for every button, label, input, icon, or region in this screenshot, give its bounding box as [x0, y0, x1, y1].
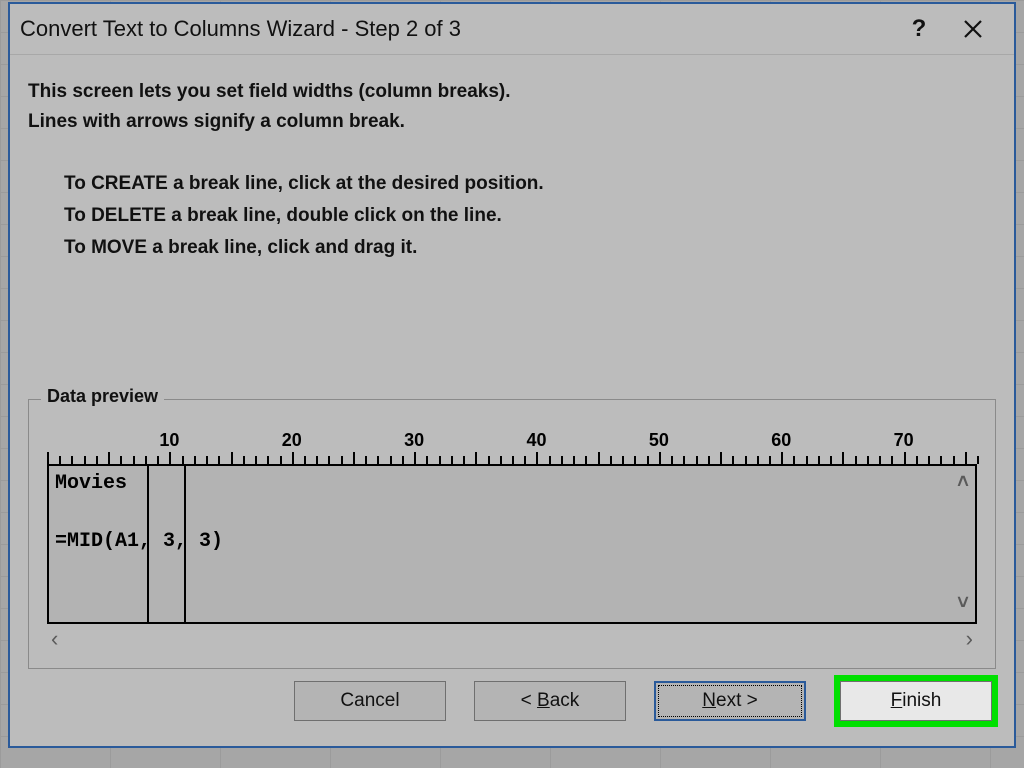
- intro-text: This screen lets you set field widths (c…: [28, 77, 996, 141]
- scroll-up-icon[interactable]: ˄: [957, 472, 969, 495]
- finish-button[interactable]: Finish: [840, 681, 992, 721]
- horizontal-scrollbar[interactable]: ‹ ›: [47, 626, 977, 652]
- instructions-block: To CREATE a break line, click at the des…: [64, 163, 996, 269]
- cancel-button[interactable]: Cancel: [294, 681, 446, 721]
- button-label: Cancel: [340, 690, 399, 712]
- data-preview-group: Data preview 10203040506070 Movies =MID(…: [28, 399, 996, 669]
- dialog-button-row: Cancel < Back Next > Finish: [10, 669, 1014, 746]
- help-button[interactable]: ?: [892, 7, 946, 51]
- dialog-titlebar[interactable]: Convert Text to Columns Wizard - Step 2 …: [10, 4, 1014, 55]
- button-label: Next >: [702, 690, 757, 712]
- column-break-line[interactable]: [147, 466, 149, 622]
- close-icon: [963, 19, 983, 39]
- scroll-left-icon[interactable]: ‹: [51, 626, 58, 652]
- ruler-number: 30: [404, 430, 424, 451]
- button-label: Finish: [891, 690, 942, 712]
- text-to-columns-wizard-dialog: Convert Text to Columns Wizard - Step 2 …: [8, 2, 1016, 748]
- ruler[interactable]: 10 20 30 40 50 60 70: [47, 432, 977, 466]
- preview-area[interactable]: Movies =MID(A1, 3, 3) ˄ ˅: [47, 466, 977, 624]
- data-preview-legend: Data preview: [41, 386, 164, 407]
- ruler-number: 40: [526, 430, 546, 451]
- preview-row: Movies: [55, 472, 127, 495]
- finish-button-highlight: Finish: [834, 675, 998, 727]
- intro-line-2: Lines with arrows signify a column break…: [28, 111, 996, 133]
- ruler-number: 60: [771, 430, 791, 451]
- instruction-move: To MOVE a break line, click and drag it.: [64, 237, 996, 259]
- ruler-container: 10 20 30 40 50 60 70 Movies =MID(A1, 3, 3) ˄ ˅…: [47, 432, 977, 652]
- ruler-number: 10: [159, 430, 179, 451]
- scroll-down-icon[interactable]: ˅: [957, 593, 969, 616]
- close-button[interactable]: [946, 7, 1000, 51]
- dialog-title: Convert Text to Columns Wizard - Step 2 …: [20, 16, 892, 42]
- column-break-line[interactable]: [184, 466, 186, 622]
- back-button[interactable]: < Back: [474, 681, 626, 721]
- ruler-number: 50: [649, 430, 669, 451]
- ruler-number: 70: [894, 430, 914, 451]
- dialog-body: This screen lets you set field widths (c…: [10, 55, 1014, 669]
- preview-row: =MID(A1, 3, 3): [55, 530, 223, 553]
- vertical-scrollbar[interactable]: ˄ ˅: [949, 466, 977, 622]
- instruction-create: To CREATE a break line, click at the des…: [64, 173, 996, 195]
- ruler-number: 20: [282, 430, 302, 451]
- instruction-delete: To DELETE a break line, double click on …: [64, 205, 996, 227]
- button-label: < Back: [521, 690, 580, 712]
- scroll-right-icon[interactable]: ›: [966, 626, 973, 652]
- intro-line-1: This screen lets you set field widths (c…: [28, 81, 996, 103]
- next-button[interactable]: Next >: [654, 681, 806, 721]
